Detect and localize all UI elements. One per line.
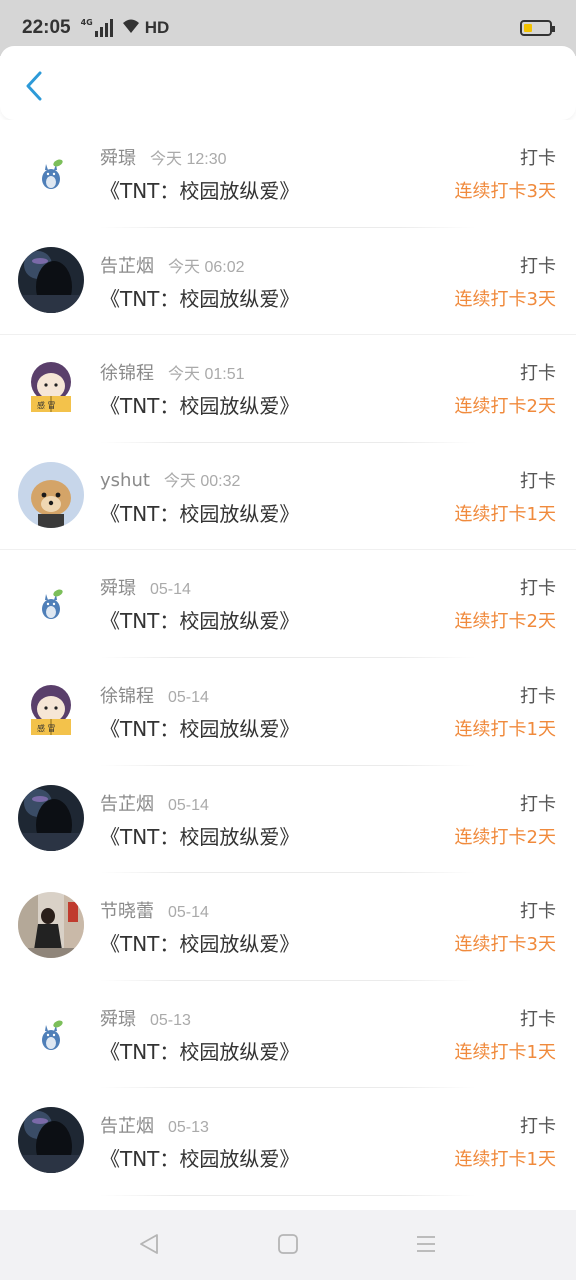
book-title[interactable]: 《TNT：校园放纵爱》 [100,498,299,527]
user-name[interactable]: 徐锦程 今天 01:51 [100,359,245,385]
list-item[interactable]: yshut 今天 00:32 《TNT：校园放纵爱》 打卡连续打卡1天 [0,442,576,551]
streak-label: 连续打卡1天 [454,1041,556,1063]
book-title[interactable]: 《TNT：校园放纵爱》 [100,928,299,957]
avatar[interactable] [18,246,84,313]
divider [100,1194,476,1196]
checkin-label: 打卡 [520,901,556,923]
book-title[interactable]: 《TNT：校园放纵爱》 [100,821,299,850]
book-title[interactable]: 《TNT：校园放纵爱》 [100,605,299,634]
list-item[interactable]: 舜璟 今天 12:30 《TNT：校园放纵爱》 打卡连续打卡3天 [0,120,576,228]
checkin-label: 打卡 [520,470,556,492]
streak-label: 连续打卡2天 [454,826,556,848]
nav-menu-button[interactable] [414,1232,440,1258]
streak-label: 连续打卡1天 [454,503,556,525]
checkin-time: 05-13 [150,1011,191,1029]
battery-icon [520,20,555,36]
checkin-label: 打卡 [520,793,556,815]
list-item[interactable]: 舜璟 05-13 《TNT：校园放纵爱》 打卡连续打卡1天 [0,980,576,1089]
avatar[interactable] [18,784,84,851]
user-name[interactable]: 舜璟 05-14 [100,574,191,600]
hd-indicator: HD [144,18,170,37]
checkin-label: 打卡 [520,148,556,169]
avatar[interactable] [18,1107,84,1174]
book-title[interactable]: 《TNT：校园放纵爱》 [100,283,299,312]
avatar[interactable]: 感 冒 [18,676,84,743]
checkin-label: 打卡 [520,578,556,600]
user-name[interactable]: 节晓蕾 05-14 [100,897,209,923]
system-nav-bar [0,1210,576,1280]
list-item[interactable]: 节晓蕾 05-14 《TNT：校园放纵爱》 打卡连续打卡3天 [0,873,576,981]
square-home-icon [278,1234,298,1254]
streak-label: 连续打卡3天 [454,288,556,310]
back-button[interactable] [20,70,48,102]
checkin-time: 今天 06:02 [168,258,245,276]
signal-icon: 4G [81,19,113,37]
book-title[interactable]: 《TNT：校园放纵爱》 [100,1036,299,1065]
avatar[interactable] [18,892,84,959]
checkin-time: 05-14 [168,688,209,706]
status-time: 22:05 [22,17,71,38]
avatar[interactable]: 感 冒 [18,354,84,421]
checkin-label: 打卡 [520,685,556,707]
streak-label: 连续打卡3天 [454,934,556,956]
streak-label: 连续打卡1天 [454,1149,556,1171]
checkin-list: 舜璟 今天 12:30 《TNT：校园放纵爱》 打卡 连续打卡3天 告芷烟 今天 06:02… [0,120,576,1196]
checkin-label: 打卡 [520,1116,556,1138]
list-item[interactable]: 告芷烟 今天 06:02 《TNT：校园放纵爱》 打卡连续打卡3天 [0,227,576,336]
wifi-icon [121,18,141,39]
top-header [0,46,576,120]
book-title[interactable]: 《TNT：校园放纵爱》 [100,713,299,742]
network-type: 4G [80,18,93,27]
list-item[interactable]: 告芷烟 05-14 《TNT：校园放纵爱》 打卡连续打卡2天 [0,765,576,874]
back-triangle-icon [140,1234,158,1254]
checkin-time: 05-14 [150,581,191,599]
svg-text:感 冒: 感 冒 [37,400,56,410]
nav-back-button[interactable] [137,1232,163,1258]
checkin-label: 打卡 [520,255,556,277]
user-name[interactable]: 舜璟 今天 12:30 [100,144,227,170]
avatar[interactable] [18,461,84,528]
user-name[interactable]: yshut 今天 00:32 [100,467,240,491]
checkin-time: 今天 12:30 [150,151,227,168]
avatar[interactable] [18,569,84,636]
book-title[interactable]: 《TNT：校园放纵爱》 [100,390,299,419]
checkin-label: 打卡 [520,363,556,385]
checkin-time: 今天 00:32 [163,472,241,490]
nav-home-button[interactable] [276,1232,302,1258]
checkin-time: 05-14 [168,904,209,922]
book-title[interactable]: 《TNT：校园放纵爱》 [100,1143,299,1172]
avatar[interactable] [18,139,84,205]
streak-label: 连续打卡3天 [454,181,556,202]
streak-label: 连续打卡1天 [454,718,556,740]
user-name[interactable]: 告芷烟 今天 06:02 [100,252,245,278]
streak-label: 连续打卡2天 [454,611,556,633]
checkin-time: 05-14 [168,796,209,814]
list-item[interactable]: 感 冒 徐锦程 今天 01:51 《TNT：校园放纵爱》 打卡连续打卡2天 [0,335,576,443]
list-item[interactable]: 告芷烟 05-13 《TNT：校园放纵爱》 打卡连续打卡1天 [0,1088,576,1196]
checkin-time: 今天 01:51 [168,366,245,384]
checkin-time: 05-13 [168,1119,209,1137]
avatar[interactable] [18,999,84,1066]
streak-label: 连续打卡2天 [454,396,556,418]
checkin-label: 打卡 [520,1008,556,1030]
user-name[interactable]: 舜璟 05-13 [100,1005,191,1031]
menu-lines-icon [417,1236,435,1252]
book-title[interactable]: 《TNT：校园放纵爱》 [100,175,299,204]
user-name[interactable]: 告芷烟 05-13 [100,1112,209,1138]
svg-text:感 冒: 感 冒 [37,723,56,733]
user-name[interactable]: 徐锦程 05-14 [100,682,209,708]
chevron-left-icon [26,71,42,101]
list-item[interactable]: 感 冒 徐锦程 05-14 《TNT：校园放纵爱》 打卡连续打卡1天 [0,657,576,766]
list-item[interactable]: 舜璟 05-14 《TNT：校园放纵爱》 打卡连续打卡2天 [0,550,576,658]
user-name[interactable]: 告芷烟 05-14 [100,790,209,816]
